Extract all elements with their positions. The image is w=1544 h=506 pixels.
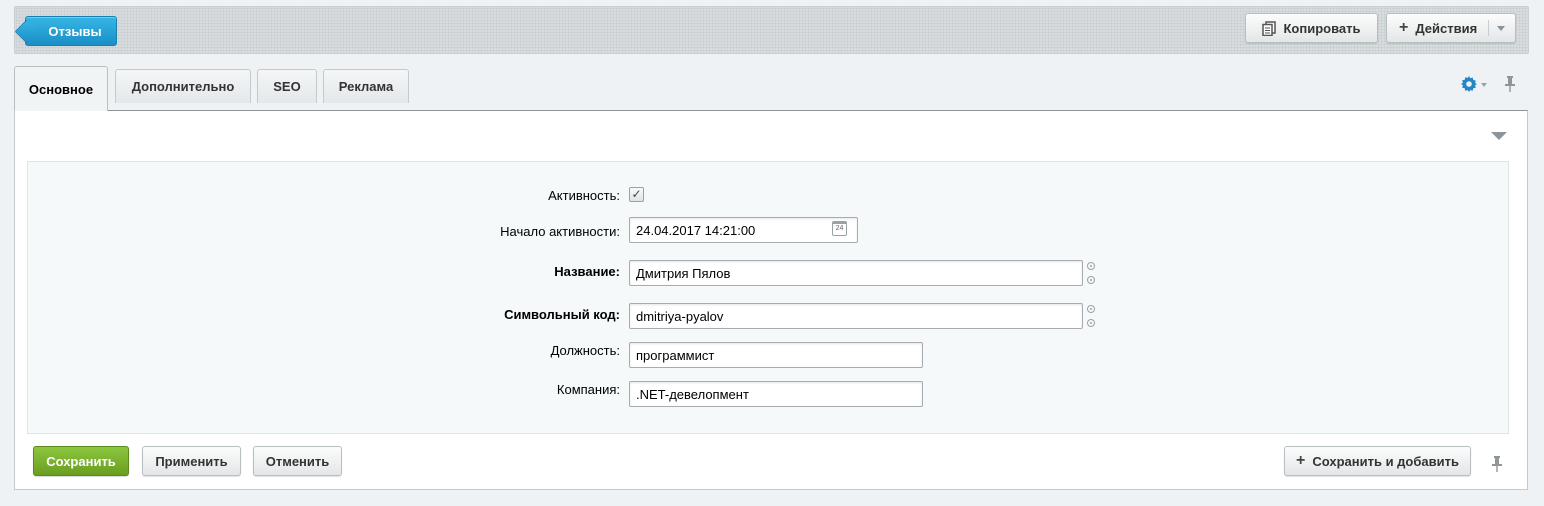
actions-button[interactable]: + Действия	[1386, 13, 1516, 43]
tab-main[interactable]: Основное	[14, 66, 108, 111]
copy-button-label: Копировать	[1283, 20, 1361, 36]
tab-main-label: Основное	[28, 81, 94, 97]
settings-caret-icon[interactable]	[1481, 83, 1487, 87]
plus-icon: +	[1399, 19, 1409, 36]
pin-icon[interactable]	[1491, 456, 1503, 472]
actions-separator	[1488, 20, 1489, 36]
cancel-button-label: Отменить	[265, 453, 330, 469]
apply-button-label: Применить	[155, 453, 228, 469]
tab-ads-label: Реклама	[338, 79, 394, 94]
calendar-icon[interactable]: 24	[832, 221, 847, 236]
translit-icon[interactable]	[1085, 305, 1097, 327]
tab-additional-label: Дополнительно	[131, 79, 235, 94]
company-label: Компания:	[556, 382, 620, 397]
collapse-arrow-icon[interactable]	[1491, 132, 1507, 140]
position-input[interactable]	[629, 342, 923, 368]
code-label: Символьный код:	[504, 307, 620, 322]
back-button[interactable]: Отзывы	[25, 16, 117, 46]
cancel-button[interactable]: Отменить	[253, 446, 342, 476]
active-from-input[interactable]	[629, 217, 858, 243]
gear-icon[interactable]	[1461, 76, 1477, 92]
active-label: Активность:	[548, 188, 620, 203]
tab-seo[interactable]: SEO	[257, 69, 317, 103]
tab-ads[interactable]: Реклама	[323, 69, 409, 103]
code-input[interactable]	[629, 303, 1083, 329]
save-and-add-label: Сохранить и добавить	[1312, 453, 1459, 469]
actions-button-label: Действия	[1415, 20, 1478, 36]
context-toolbar: Отзывы Копировать + Действия	[14, 6, 1529, 54]
chevron-down-icon	[1497, 26, 1505, 31]
tab-seo-label: SEO	[273, 79, 301, 94]
save-button-label: Сохранить	[46, 453, 116, 469]
apply-button[interactable]: Применить	[142, 446, 241, 476]
copy-button[interactable]: Копировать	[1245, 13, 1378, 43]
plus-icon: +	[1296, 452, 1306, 469]
translit-icon[interactable]	[1085, 262, 1097, 284]
save-button[interactable]: Сохранить	[33, 446, 129, 476]
name-label: Название:	[554, 264, 620, 279]
name-input[interactable]	[629, 260, 1083, 286]
back-button-label: Отзывы	[48, 23, 102, 39]
active-from-label: Начало активности:	[500, 224, 620, 239]
company-input[interactable]	[629, 381, 923, 407]
edit-panel: Активность: ✓ Начало активности: 24 Назв…	[14, 110, 1528, 490]
save-and-add-button[interactable]: + Сохранить и добавить	[1284, 446, 1471, 476]
active-checkbox[interactable]: ✓	[629, 187, 644, 202]
form-section: Активность: ✓ Начало активности: 24 Назв…	[27, 161, 1509, 434]
tab-additional[interactable]: Дополнительно	[115, 69, 251, 103]
pin-icon[interactable]	[1504, 76, 1516, 92]
position-label: Должность:	[550, 343, 620, 358]
copy-icon	[1262, 20, 1277, 36]
